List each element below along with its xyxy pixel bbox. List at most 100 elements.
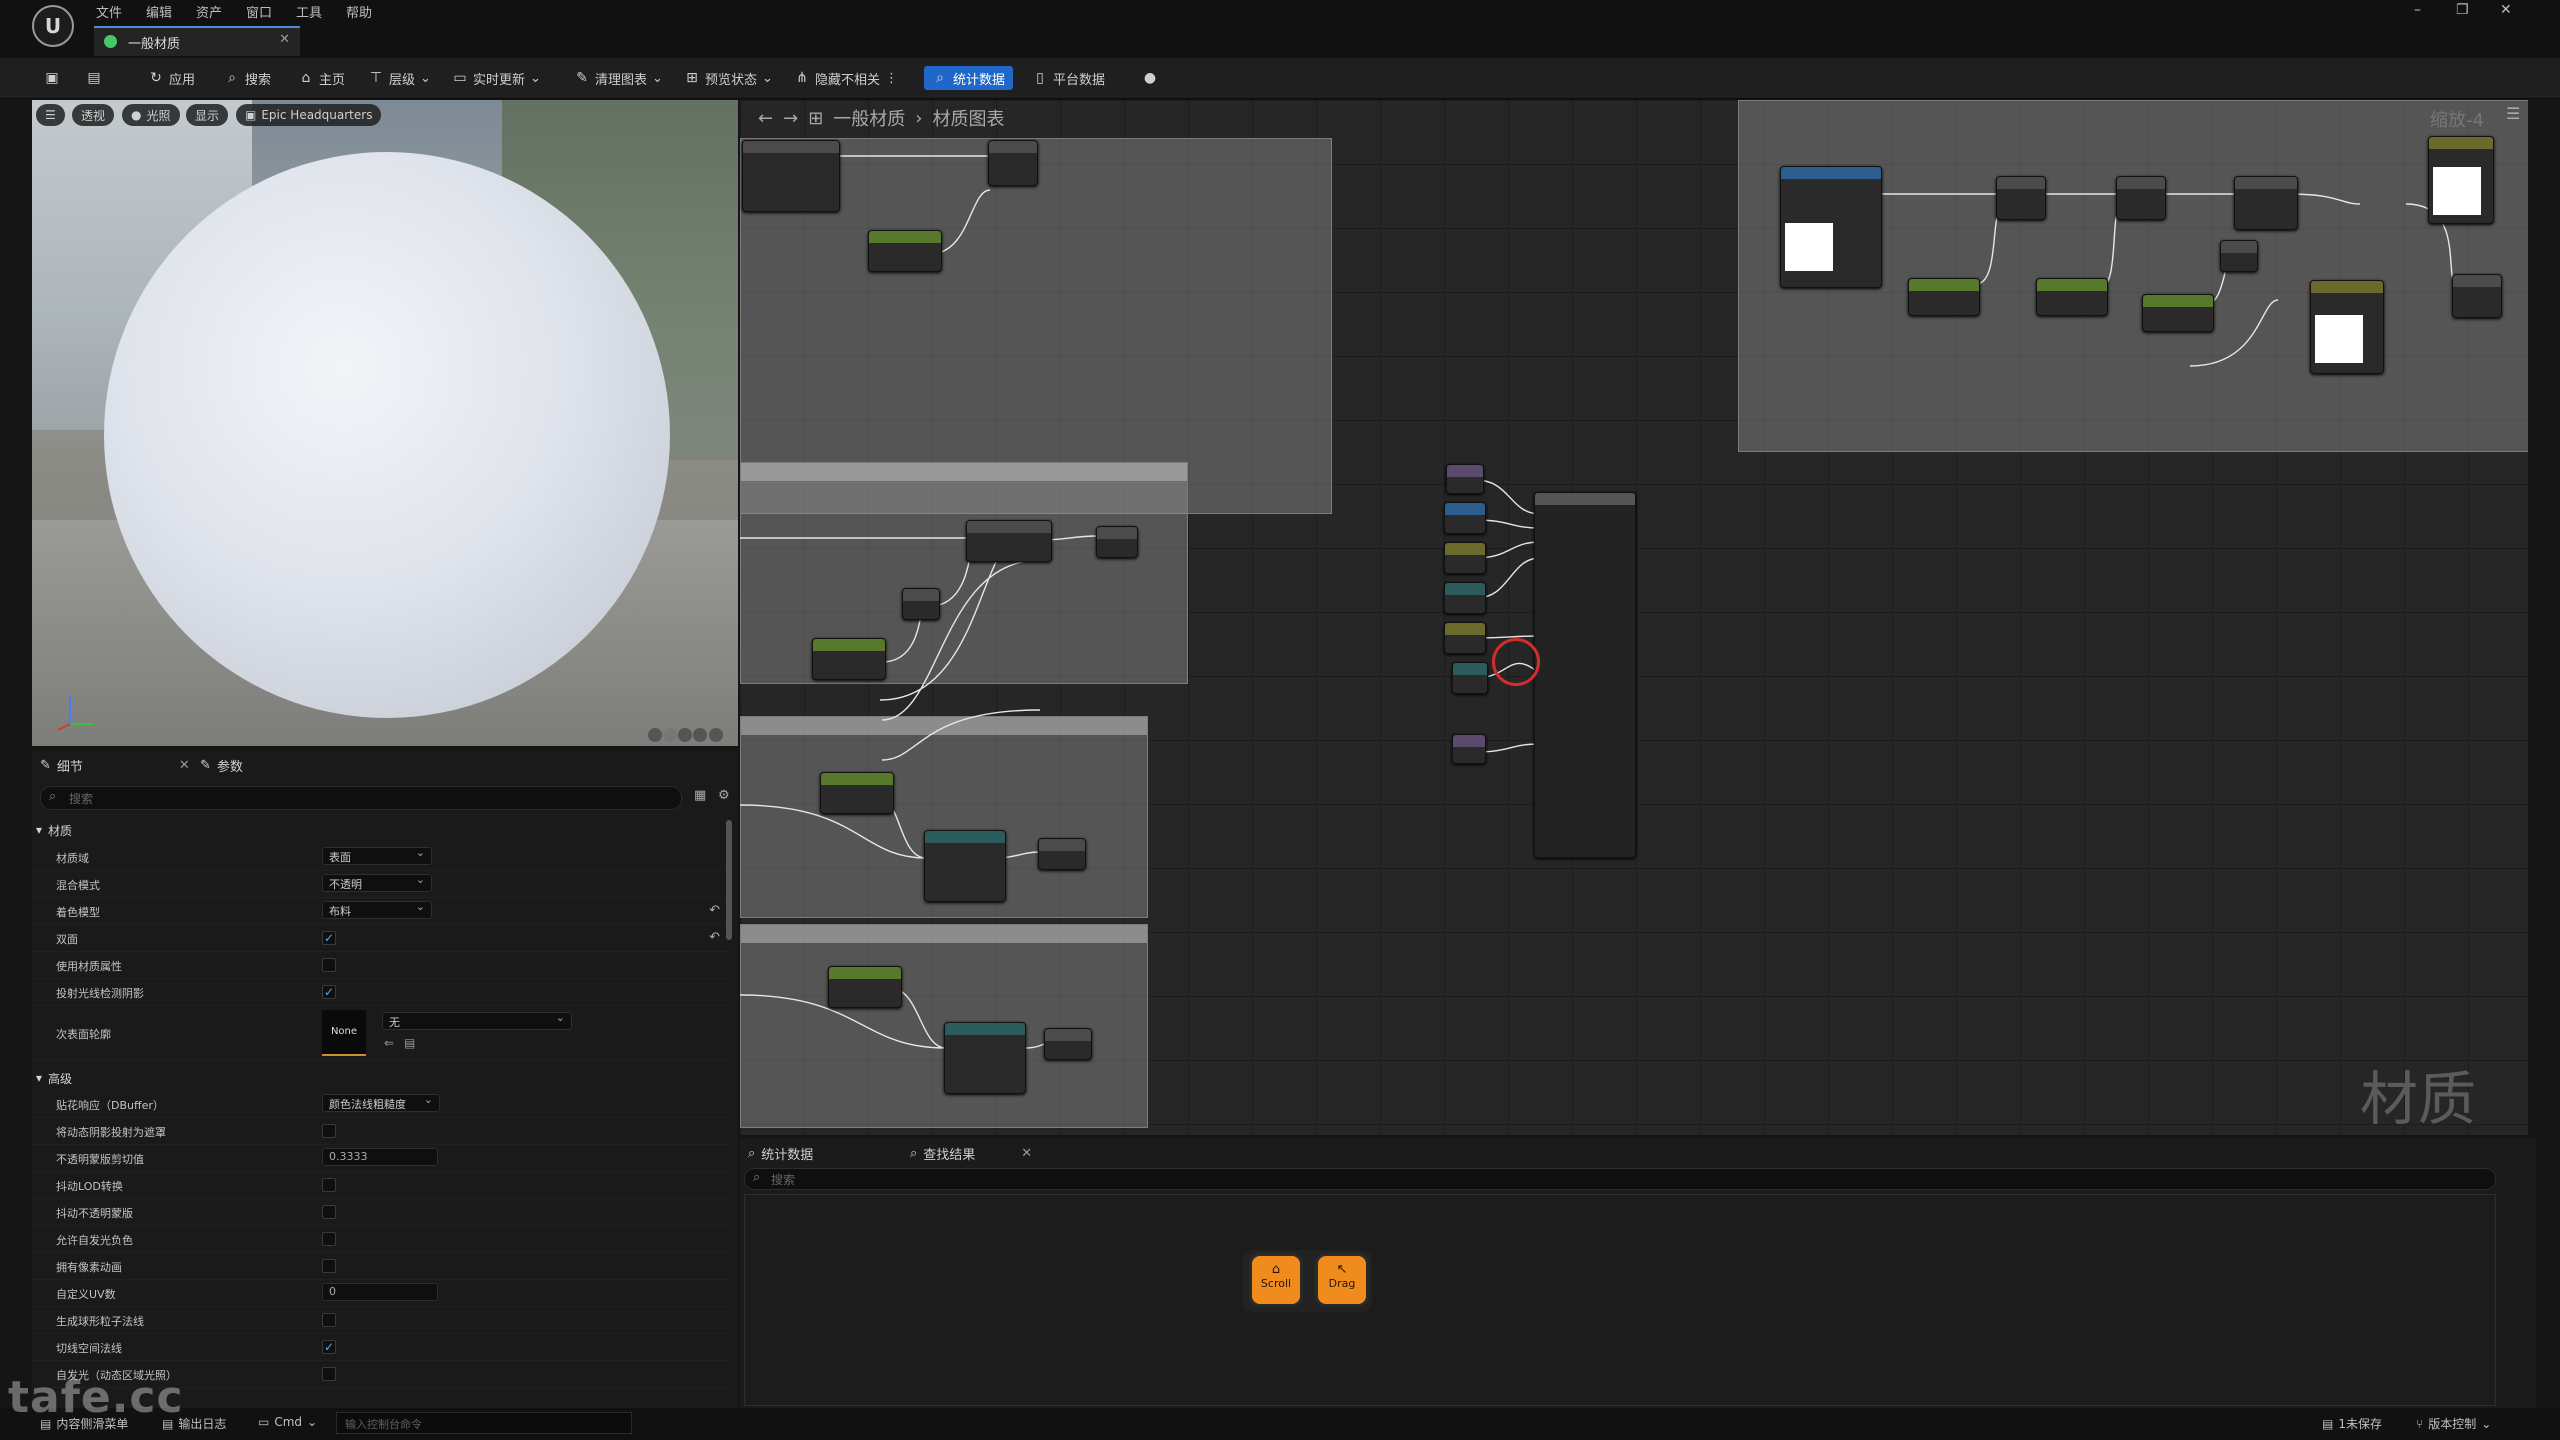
menu-tools[interactable]: 工具 [296, 2, 322, 21]
property-checkbox[interactable]: ✓ [322, 985, 336, 999]
property-checkbox[interactable] [322, 1259, 336, 1273]
param-node[interactable] [1444, 502, 1486, 534]
find-search-input[interactable]: ⌕ 搜索 [744, 1168, 2496, 1190]
material-graph[interactable] [740, 100, 2528, 1135]
tab-params[interactable]: ✎ 参数 [200, 752, 243, 778]
property-checkbox[interactable] [322, 958, 336, 972]
param-node[interactable] [1444, 622, 1486, 654]
property-checkbox[interactable] [322, 1313, 336, 1327]
menu-file[interactable]: 文件 [96, 2, 122, 21]
constant-node[interactable] [820, 772, 894, 814]
tab-stats[interactable]: ⌕ 统计数据 [748, 1140, 813, 1166]
stats-button[interactable]: ⌕ 统计数据 [924, 66, 1014, 90]
minimize-button[interactable]: – [2414, 2, 2421, 18]
back-arrow-icon[interactable]: ⇐ [384, 1036, 394, 1050]
param-node[interactable] [1446, 464, 1484, 494]
document-tab[interactable]: 一般材质 ✕ [94, 26, 300, 56]
preview-viewport[interactable] [32, 100, 738, 746]
preview-shape-buttons[interactable] [646, 726, 734, 744]
hierarchy-button[interactable]: ⊤ 层级 ⌄ [368, 66, 431, 90]
property-dropdown[interactable]: 不透明 [322, 873, 432, 892]
lighting-button[interactable]: ● 光照 [122, 104, 180, 126]
power-node[interactable] [2116, 176, 2166, 220]
switch-node[interactable] [924, 830, 1006, 902]
source-control-button[interactable]: ⑂ 版本控制 ⌄ [2416, 1415, 2491, 1432]
platform-stats-button[interactable]: ▯ 平台数据 [1032, 66, 1105, 90]
vector-param-node[interactable] [2428, 136, 2494, 224]
details-search-input[interactable]: ⌕ 搜索 [40, 786, 682, 810]
property-checkbox[interactable] [322, 1178, 336, 1192]
vector-param-node[interactable] [2310, 280, 2384, 374]
graph-node[interactable] [902, 588, 940, 620]
graph-node[interactable] [1038, 838, 1086, 870]
browse-icon[interactable]: ▤ [404, 1036, 415, 1050]
graph-node[interactable] [2220, 240, 2258, 272]
cmd-dropdown[interactable]: ▭ Cmd ⌄ [258, 1415, 317, 1429]
reset-icon[interactable]: ↶ [709, 903, 720, 918]
constant-node[interactable] [2036, 278, 2108, 316]
property-checkbox[interactable] [322, 1205, 336, 1219]
graph-node[interactable] [742, 140, 840, 212]
gear-icon[interactable]: ⚙ [718, 788, 730, 803]
property-checkbox[interactable]: ✓ [322, 931, 336, 945]
property-number-field[interactable]: 0 [322, 1283, 438, 1301]
constant-node[interactable] [1908, 278, 1980, 316]
property-dropdown[interactable]: 布料 [322, 900, 432, 919]
tab-details[interactable]: ✎ 细节 ✕ [40, 752, 190, 778]
graph-node[interactable] [988, 140, 1038, 186]
unreal-logo-icon[interactable]: U [32, 5, 74, 47]
search-button[interactable]: ⌕ 搜索 [224, 66, 271, 90]
grid-view-icon[interactable]: ▦ [694, 788, 706, 803]
live-update-button[interactable]: ▭ 实时更新 ⌄ [452, 66, 541, 90]
material-output-node[interactable] [1534, 492, 1636, 858]
multiply-node[interactable] [1996, 176, 2046, 220]
breadcrumb-material[interactable]: 一般材质 [833, 105, 905, 131]
tab-find-results[interactable]: ⌕ 查找结果 ✕ [910, 1140, 1032, 1166]
texture-sample-node[interactable] [1780, 166, 1882, 288]
menu-asset[interactable]: 资产 [196, 2, 222, 21]
restore-button[interactable]: ❐ [2456, 2, 2469, 18]
menu-edit[interactable]: 编辑 [146, 2, 172, 21]
menu-window[interactable]: 窗口 [246, 2, 272, 21]
hide-unrelated-button[interactable]: ⋔ 隐藏不相关 ⋮ [794, 66, 898, 90]
breadcrumb-graph[interactable]: 材质图表 [932, 105, 1004, 131]
clean-graph-button[interactable]: ✎ 清理图表 ⌄ [574, 66, 663, 90]
property-checkbox[interactable] [322, 1232, 336, 1246]
menu-help[interactable]: 帮助 [346, 2, 372, 21]
property-number-field[interactable]: 0.3333 [322, 1148, 438, 1166]
param-node[interactable] [1452, 662, 1488, 694]
show-button[interactable]: 显示 [186, 104, 229, 126]
graph-node[interactable] [1044, 1028, 1092, 1060]
property-checkbox[interactable] [322, 1124, 336, 1138]
perspective-button[interactable]: 透视 [72, 104, 115, 126]
property-dropdown[interactable]: 颜色法线粗糙度 [322, 1093, 440, 1112]
constant-node[interactable] [828, 966, 902, 1008]
palette-icon[interactable]: ☰ [2506, 104, 2520, 123]
multiply-node[interactable] [2452, 274, 2502, 318]
reset-icon[interactable]: ↶ [709, 930, 720, 945]
property-checkbox[interactable] [322, 1367, 336, 1381]
constant-node[interactable] [812, 638, 886, 680]
back-arrow-icon[interactable]: ← [758, 108, 773, 129]
forward-arrow-icon[interactable]: → [783, 108, 798, 129]
subsurface-thumbnail[interactable]: None [322, 1010, 366, 1056]
browse-button[interactable]: ▤ [86, 66, 102, 90]
preview-state-button[interactable]: ⊞ 预览状态 ⌄ [684, 66, 773, 90]
section-material[interactable]: ▾ 材质 [36, 818, 72, 842]
subsurface-dropdown[interactable]: 无 [382, 1011, 572, 1030]
property-dropdown[interactable]: 表面 [322, 846, 432, 865]
param-node[interactable] [1444, 542, 1486, 574]
close-icon[interactable]: ✕ [179, 758, 190, 773]
console-command-input[interactable]: 输入控制台命令 [336, 1412, 632, 1434]
home-button[interactable]: ⌂ 主页 [298, 66, 345, 90]
globe-button[interactable]: ● [1142, 66, 1158, 90]
constant-node[interactable] [2142, 294, 2214, 332]
graph-node[interactable] [1096, 526, 1138, 558]
property-checkbox[interactable]: ✓ [322, 1340, 336, 1354]
environment-button[interactable]: ▣ Epic Headquarters [236, 104, 382, 126]
close-window-button[interactable]: ✕ [2500, 2, 2512, 18]
desaturation-node[interactable] [2234, 176, 2298, 230]
close-icon[interactable]: ✕ [279, 32, 290, 47]
details-scrollbar[interactable] [726, 820, 732, 940]
param-node[interactable] [1452, 734, 1486, 764]
